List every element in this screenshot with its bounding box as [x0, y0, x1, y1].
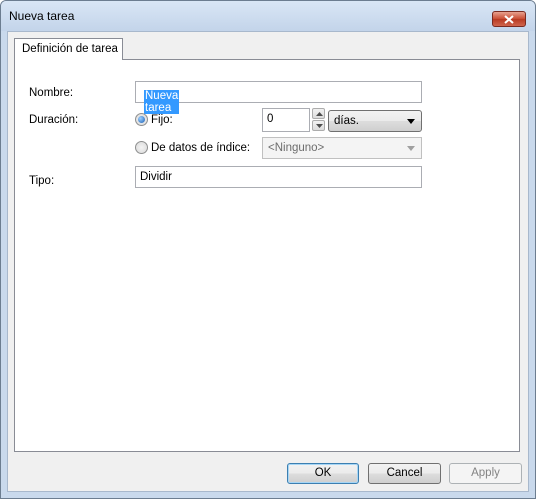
spin-down-button[interactable] — [312, 120, 325, 131]
duration-spinner[interactable] — [312, 108, 325, 132]
cancel-button[interactable]: Cancel — [368, 463, 441, 484]
tab-definicion-tarea[interactable]: Definición de tarea — [14, 38, 123, 60]
indice-value: <Ninguno> — [268, 142, 325, 154]
unidad-select[interactable]: días. — [328, 110, 422, 132]
nombre-label: Nombre: — [29, 87, 74, 99]
dialog-body: Definición de tarea Nombre: Nueva tarea … — [7, 31, 529, 492]
tipo-value: Dividir — [140, 171, 172, 183]
chevron-down-icon — [407, 119, 415, 124]
chevron-down-icon — [407, 146, 415, 151]
unidad-value: días. — [334, 115, 359, 127]
spin-up-button[interactable] — [312, 108, 325, 119]
fijo-label: Fijo: — [151, 114, 173, 126]
nombre-value: Nueva tarea — [144, 90, 180, 114]
fijo-radio[interactable] — [135, 113, 148, 126]
dialog-window: Nueva tarea Definición de tarea Nombre: … — [0, 0, 536, 499]
indice-radio[interactable] — [135, 141, 148, 154]
fijo-duration-input[interactable]: 0 — [262, 108, 310, 132]
indice-label: De datos de índice: — [151, 142, 251, 154]
arrow-up-icon — [316, 112, 323, 116]
tab-label: Definición de tarea — [22, 43, 118, 55]
fijo-value: 0 — [267, 113, 274, 125]
title-bar[interactable]: Nueva tarea — [1, 1, 535, 31]
nombre-input[interactable]: Nueva tarea — [135, 81, 422, 114]
arrow-down-icon — [316, 124, 323, 128]
tab-panel: Nombre: Nueva tarea Duración: Fijo: 0 dí… — [14, 59, 520, 452]
indice-select[interactable]: <Ninguno> — [262, 137, 422, 159]
ok-button[interactable]: OK — [287, 463, 359, 484]
apply-button[interactable]: Apply — [449, 463, 522, 484]
duracion-label: Duración: — [29, 114, 79, 126]
close-icon — [504, 15, 514, 24]
close-button[interactable] — [492, 11, 526, 27]
window-title: Nueva tarea — [9, 9, 75, 23]
tipo-label: Tipo: — [29, 175, 55, 187]
tipo-input[interactable]: Dividir — [135, 166, 422, 188]
